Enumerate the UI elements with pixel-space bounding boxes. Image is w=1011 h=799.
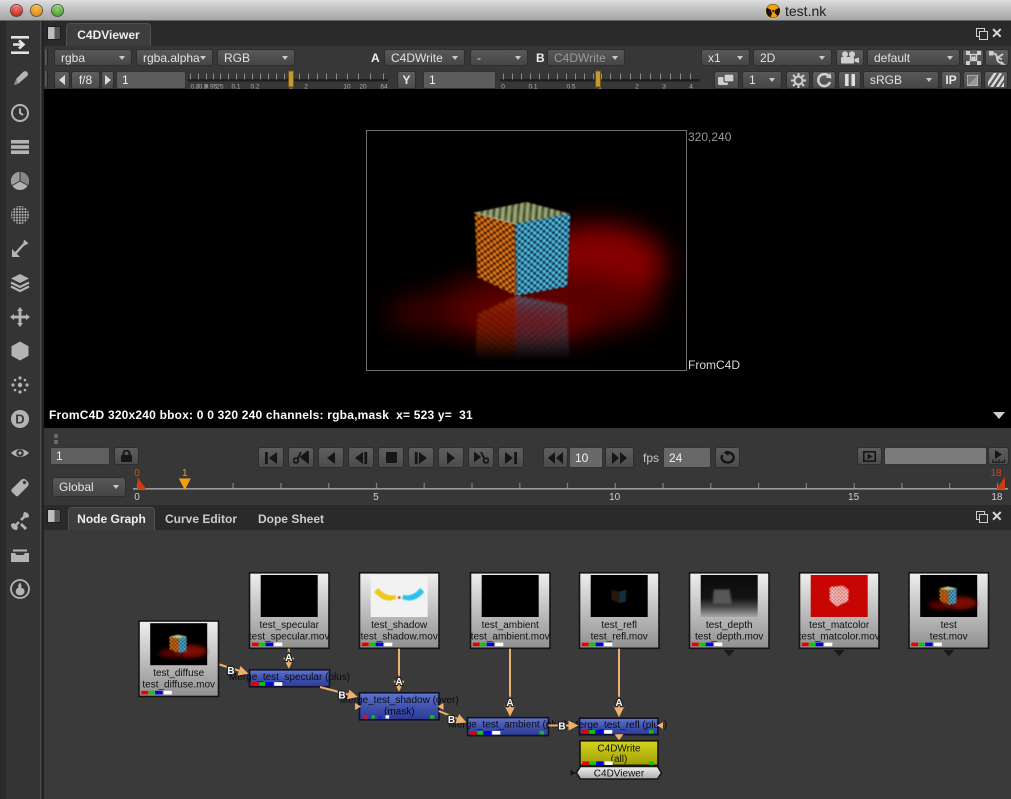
- svg-text:15: 15: [848, 492, 860, 503]
- svg-text:D: D: [15, 412, 24, 427]
- svg-text:B: B: [338, 691, 345, 702]
- svg-text:test_matcolor.mov: test_matcolor.mov: [799, 631, 880, 642]
- svg-text:Merge_test_refl (plus): Merge_test_refl (plus): [570, 720, 667, 731]
- svg-text:test_specular: test_specular: [259, 620, 319, 631]
- svg-text:test: test: [941, 620, 957, 631]
- svg-text:test_shadow.mov: test_shadow.mov: [361, 631, 438, 642]
- svg-text:test_specular.mov: test_specular.mov: [249, 631, 330, 642]
- svg-text:0: 0: [134, 468, 140, 479]
- svg-text:B: B: [448, 715, 455, 726]
- svg-text:B: B: [227, 666, 234, 677]
- svg-text:A: A: [506, 698, 513, 709]
- svg-text:10: 10: [609, 492, 621, 503]
- svg-text:test_shadow: test_shadow: [371, 620, 428, 631]
- svg-text:B: B: [558, 722, 565, 733]
- svg-text:test_depth: test_depth: [706, 620, 753, 631]
- svg-text:test_ambient.mov: test_ambient.mov: [471, 631, 550, 642]
- svg-text:18: 18: [991, 492, 1003, 503]
- svg-text:320,240: 320,240: [688, 130, 732, 144]
- svg-text:C4DWrite: C4DWrite: [597, 744, 641, 755]
- svg-text:test_diffuse: test_diffuse: [153, 668, 204, 679]
- svg-text:FromC4D: FromC4D: [688, 358, 740, 372]
- svg-text:0: 0: [134, 492, 140, 503]
- svg-text:1: 1: [182, 468, 188, 479]
- svg-text:test.mov: test.mov: [930, 631, 968, 642]
- svg-text:test_matcolor: test_matcolor: [809, 620, 870, 631]
- svg-text:5: 5: [373, 492, 379, 503]
- svg-text:test_ambient: test_ambient: [482, 620, 539, 631]
- svg-text:Merge_test_shadow (over): Merge_test_shadow (over): [340, 695, 459, 706]
- svg-text:test_refl: test_refl: [601, 620, 637, 631]
- svg-text:(all): (all): [611, 754, 628, 765]
- svg-text:A: A: [395, 677, 402, 688]
- svg-text:C4DViewer: C4DViewer: [594, 769, 645, 780]
- svg-text:A: A: [615, 698, 622, 709]
- svg-text:test_refl.mov: test_refl.mov: [591, 631, 648, 642]
- svg-text:A: A: [285, 653, 292, 664]
- svg-text:test_diffuse.mov: test_diffuse.mov: [142, 680, 215, 691]
- svg-text:test_depth.mov: test_depth.mov: [695, 631, 763, 642]
- svg-text:18: 18: [990, 468, 1002, 479]
